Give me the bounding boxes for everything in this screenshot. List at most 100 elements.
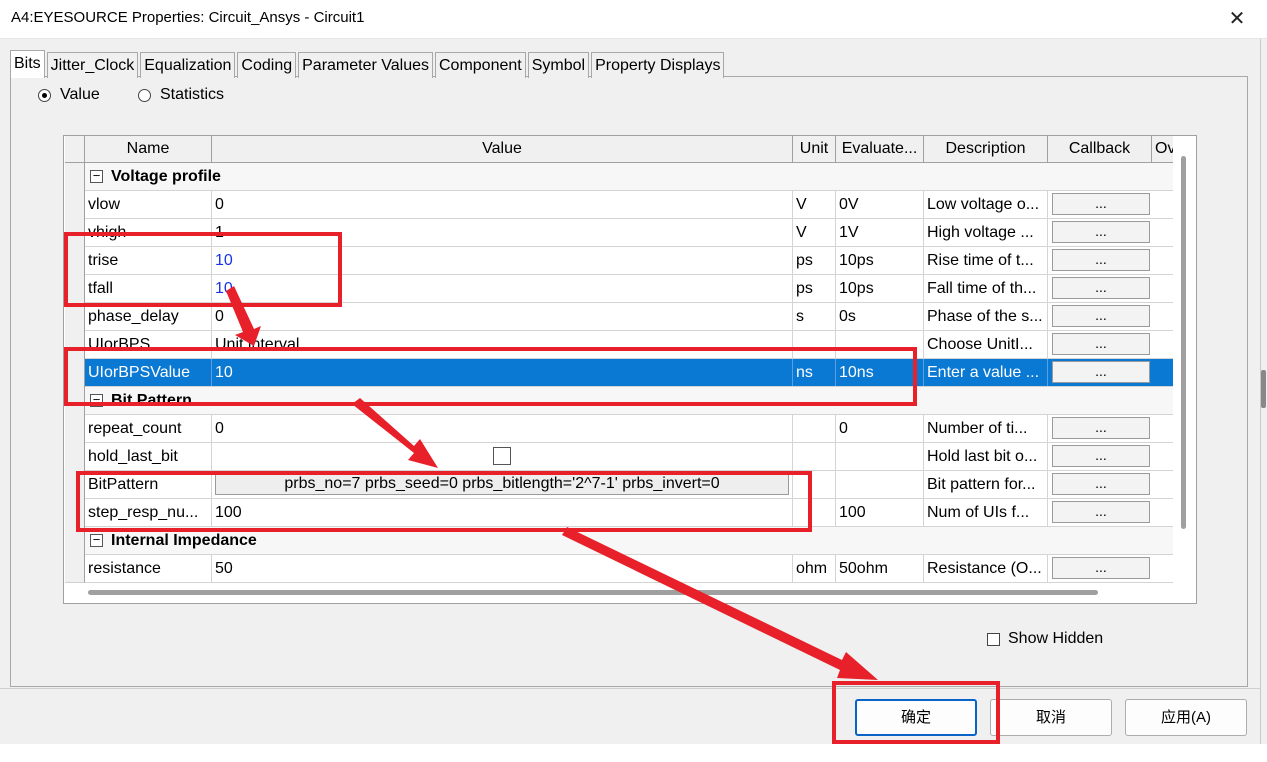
cell-description: Num of UIs f... bbox=[924, 499, 1048, 526]
cell-unit[interactable]: ohm bbox=[793, 555, 836, 582]
tab-bits[interactable]: Bits bbox=[10, 50, 45, 78]
column-header-description[interactable]: Description bbox=[924, 136, 1048, 162]
row-header-strip bbox=[65, 163, 85, 583]
cell-evaluated bbox=[836, 471, 924, 498]
collapse-icon[interactable]: − bbox=[90, 393, 103, 407]
cell-evaluated: 1V bbox=[836, 219, 924, 246]
callback-button[interactable]: ... bbox=[1052, 417, 1150, 439]
cell-unit[interactable]: ps bbox=[793, 247, 836, 274]
background-scroll-thumb[interactable] bbox=[1261, 370, 1266, 408]
value-radio-label: Value bbox=[60, 86, 100, 103]
cell-unit[interactable] bbox=[793, 443, 836, 470]
cancel-button[interactable]: 取消 bbox=[990, 699, 1112, 736]
table-row-resistance[interactable]: resistance 50 ohm 50ohm Resistance (O...… bbox=[85, 555, 1173, 583]
cell-name: UIorBPS bbox=[85, 331, 212, 358]
table-row-uiorbps[interactable]: UIorBPS Unit interval Choose UnitI... ..… bbox=[85, 331, 1173, 359]
table-row-phase-delay[interactable]: phase_delay 0 s 0s Phase of the s... ... bbox=[85, 303, 1173, 331]
cell-evaluated: 10ns bbox=[836, 359, 924, 386]
table-row-vhigh[interactable]: vhigh 1 V 1V High voltage ... ... bbox=[85, 219, 1173, 247]
close-icon[interactable]: ✕ bbox=[1222, 4, 1252, 34]
group-bit-pattern[interactable]: − Bit Pattern bbox=[85, 387, 1173, 415]
tab-coding[interactable]: Coding bbox=[237, 52, 297, 78]
column-header-value[interactable]: Value bbox=[212, 136, 793, 162]
callback-button[interactable]: ... bbox=[1052, 445, 1150, 467]
callback-button[interactable]: ... bbox=[1052, 501, 1150, 523]
cell-value[interactable]: 0 bbox=[212, 415, 793, 442]
table-row-trise[interactable]: trise 10 ps 10ps Rise time of t... ... bbox=[85, 247, 1173, 275]
group-voltage-profile[interactable]: − Voltage profile bbox=[85, 163, 1173, 191]
table-row-repeat-count[interactable]: repeat_count 0 0 Number of ti... ... bbox=[85, 415, 1173, 443]
cell-value[interactable]: 50 bbox=[212, 555, 793, 582]
table-row-vlow[interactable]: vlow 0 V 0V Low voltage o... ... bbox=[85, 191, 1173, 219]
column-header-name[interactable]: Name bbox=[85, 136, 212, 162]
callback-button[interactable]: ... bbox=[1052, 361, 1150, 383]
table-row-step-resp[interactable]: step_resp_nu... 100 100 Num of UIs f... … bbox=[85, 499, 1173, 527]
callback-button[interactable]: ... bbox=[1052, 305, 1150, 327]
collapse-icon[interactable]: − bbox=[90, 533, 103, 547]
cell-value[interactable]: Unit interval bbox=[212, 331, 793, 358]
callback-button[interactable]: ... bbox=[1052, 333, 1150, 355]
group-internal-impedance[interactable]: − Internal Impedance bbox=[85, 527, 1173, 555]
grid-horizontal-scrollbar[interactable] bbox=[88, 590, 1098, 595]
bit-pattern-button[interactable]: prbs_no=7 prbs_seed=0 prbs_bitlength='2^… bbox=[215, 473, 789, 495]
cell-unit[interactable] bbox=[793, 415, 836, 442]
cell-unit[interactable]: ps bbox=[793, 275, 836, 302]
column-header-callback[interactable]: Callback bbox=[1048, 136, 1152, 162]
show-hidden-label: Show Hidden bbox=[1008, 630, 1104, 647]
cell-value[interactable]: 10 bbox=[212, 359, 793, 386]
cell-value[interactable]: 10 bbox=[212, 275, 793, 302]
tab-parameter-values[interactable]: Parameter Values bbox=[298, 52, 433, 78]
table-row-bitpattern[interactable]: BitPattern prbs_no=7 prbs_seed=0 prbs_bi… bbox=[85, 471, 1173, 499]
cell-unit[interactable] bbox=[793, 499, 836, 526]
group-label: Bit Pattern bbox=[111, 392, 192, 409]
radio-checked-icon bbox=[38, 88, 51, 102]
column-header-unit[interactable]: Unit bbox=[793, 136, 836, 162]
cell-description: Rise time of t... bbox=[924, 247, 1048, 274]
cell-evaluated: 100 bbox=[836, 499, 924, 526]
callback-button[interactable]: ... bbox=[1052, 193, 1150, 215]
cell-unit[interactable] bbox=[793, 471, 836, 498]
apply-button[interactable]: 应用(A) bbox=[1125, 699, 1247, 736]
cell-name: hold_last_bit bbox=[85, 443, 212, 470]
hold-last-bit-checkbox[interactable] bbox=[493, 447, 511, 465]
table-row-tfall[interactable]: tfall 10 ps 10ps Fall time of th... ... bbox=[85, 275, 1173, 303]
callback-button[interactable]: ... bbox=[1052, 221, 1150, 243]
cell-unit[interactable]: s bbox=[793, 303, 836, 330]
show-hidden-checkbox[interactable]: Show Hidden bbox=[987, 630, 1103, 648]
cell-evaluated: 50ohm bbox=[836, 555, 924, 582]
cell-evaluated: 10ps bbox=[836, 247, 924, 274]
value-radio[interactable]: Value bbox=[38, 86, 100, 104]
column-header-evaluated[interactable]: Evaluate... bbox=[836, 136, 924, 162]
statistics-radio-label: Statistics bbox=[160, 86, 225, 103]
cell-value[interactable]: 100 bbox=[212, 499, 793, 526]
cell-unit[interactable]: ns bbox=[793, 359, 836, 386]
tab-property-displays[interactable]: Property Displays bbox=[591, 52, 725, 78]
collapse-icon[interactable]: − bbox=[90, 169, 103, 183]
cell-name: step_resp_nu... bbox=[85, 499, 212, 526]
tab-jitter-clock[interactable]: Jitter_Clock bbox=[46, 52, 139, 78]
cell-name: repeat_count bbox=[85, 415, 212, 442]
cell-unit[interactable]: V bbox=[793, 219, 836, 246]
callback-button[interactable]: ... bbox=[1052, 557, 1150, 579]
table-row-hold-last-bit[interactable]: hold_last_bit Hold last bit o... ... bbox=[85, 443, 1173, 471]
callback-button[interactable]: ... bbox=[1052, 277, 1150, 299]
grid-vertical-scrollbar[interactable] bbox=[1181, 156, 1186, 529]
tab-symbol[interactable]: Symbol bbox=[527, 52, 590, 78]
column-header-overflow[interactable]: Ov bbox=[1152, 136, 1173, 162]
cell-value[interactable]: 0 bbox=[212, 191, 793, 218]
callback-button[interactable]: ... bbox=[1052, 249, 1150, 271]
tab-equalization[interactable]: Equalization bbox=[140, 52, 236, 78]
callback-button[interactable]: ... bbox=[1052, 473, 1150, 495]
footer-divider bbox=[0, 688, 1260, 689]
ok-button[interactable]: 确定 bbox=[855, 699, 977, 736]
statistics-radio[interactable]: Statistics bbox=[138, 86, 224, 104]
cell-unit[interactable] bbox=[793, 331, 836, 358]
cell-value[interactable]: 1 bbox=[212, 219, 793, 246]
cell-value[interactable]: 10 bbox=[212, 247, 793, 274]
tab-component[interactable]: Component bbox=[435, 52, 526, 78]
table-row-uiorbpsvalue[interactable]: UIorBPSValue 10 ns 10ns Enter a value ..… bbox=[85, 359, 1173, 387]
cell-unit[interactable]: V bbox=[793, 191, 836, 218]
cell-name: BitPattern bbox=[85, 471, 212, 498]
cell-description: High voltage ... bbox=[924, 219, 1048, 246]
cell-value[interactable]: 0 bbox=[212, 303, 793, 330]
